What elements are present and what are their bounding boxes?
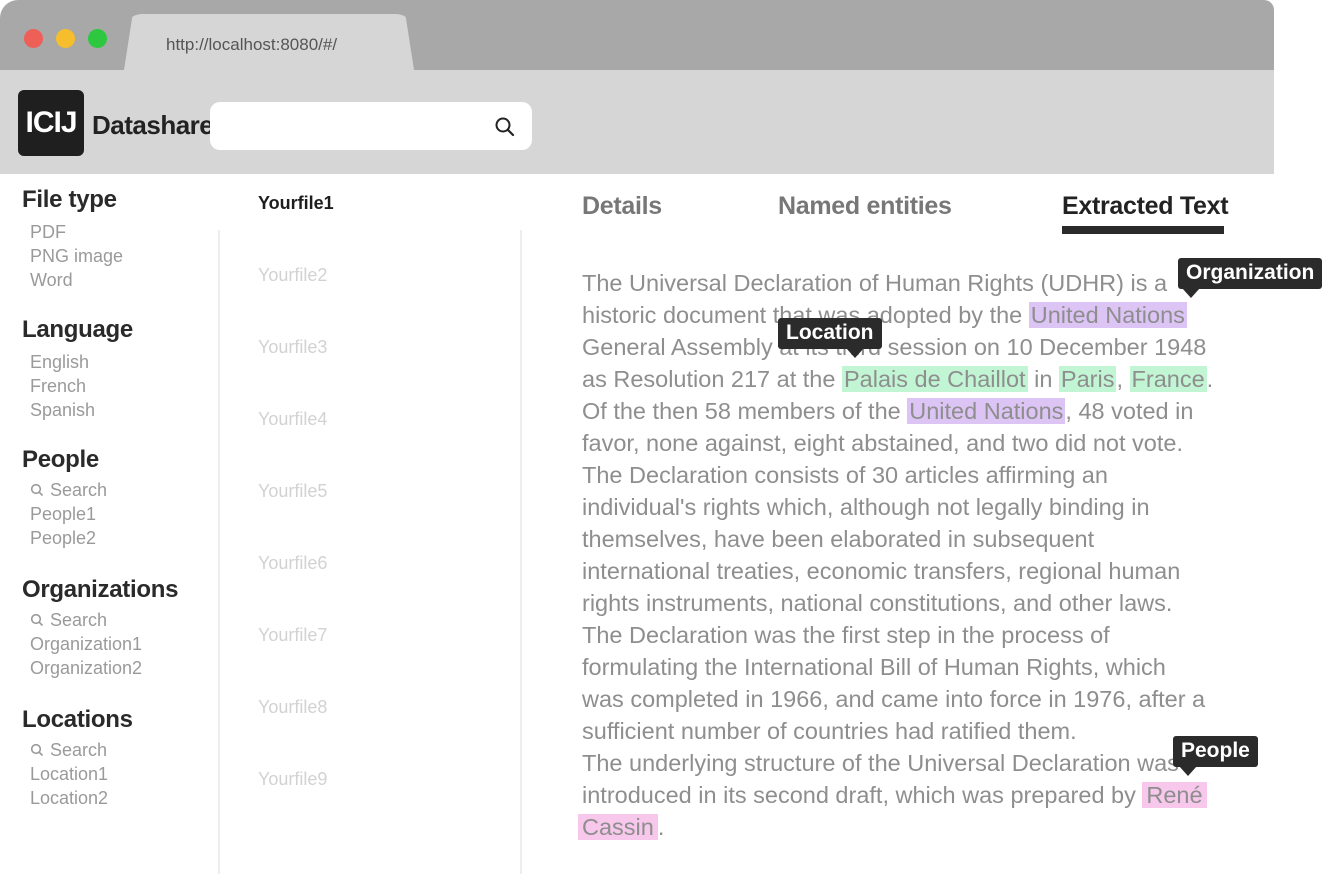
- file-item[interactable]: Yourfile7: [258, 625, 327, 646]
- filter-item-organization2[interactable]: Organization2: [30, 658, 142, 679]
- facet-title: Locations: [22, 706, 133, 733]
- file-item[interactable]: Yourfile1: [258, 193, 334, 214]
- facet-locations: Locations: [22, 706, 133, 734]
- browser-titlebar: http://localhost:8080/#/: [0, 0, 1274, 70]
- filter-item-french[interactable]: French: [30, 376, 86, 397]
- icij-logo[interactable]: ICIJ: [18, 90, 84, 156]
- search-icon[interactable]: [494, 116, 516, 138]
- text-line: The Declaration was the first step in th…: [582, 622, 1110, 648]
- address-url[interactable]: http://localhost:8080/#/: [166, 35, 337, 55]
- text-line: favor, none against, eight abstained, an…: [582, 430, 1183, 456]
- filter-item-english[interactable]: English: [30, 352, 89, 373]
- file-item[interactable]: Yourfile9: [258, 769, 327, 790]
- text-fragment: in: [1027, 366, 1059, 392]
- text-line: was completed in 1966, and came into for…: [582, 686, 1206, 712]
- tooltip-label: Organization: [1186, 261, 1315, 284]
- active-tab-indicator: [1062, 226, 1224, 234]
- search-input[interactable]: [224, 112, 488, 142]
- tab-extracted-text[interactable]: Extracted Text: [1062, 192, 1229, 221]
- extracted-text: The Universal Declaration of Human Right…: [578, 267, 1242, 843]
- text-fragment: ,: [1116, 366, 1130, 392]
- text-line: as Resolution 217 at the: [582, 366, 842, 392]
- search-bar[interactable]: [210, 102, 532, 150]
- window-close-button[interactable]: [24, 29, 43, 48]
- file-item[interactable]: Yourfile3: [258, 337, 327, 358]
- facet-title: Language: [22, 316, 133, 343]
- entity-location[interactable]: France: [1129, 366, 1207, 392]
- text-line: sufficient number of countries had ratif…: [582, 718, 1077, 744]
- app-header: ICIJ Datashare: [0, 70, 1274, 174]
- search-icon: [30, 613, 44, 626]
- filter-item-location1[interactable]: Location1: [30, 764, 108, 785]
- file-item[interactable]: Yourfile5: [258, 481, 327, 502]
- text-line: international treaties, economic transfe…: [582, 558, 1181, 584]
- organizations-search-label: Search: [50, 610, 108, 630]
- entity-location[interactable]: Paris: [1058, 366, 1117, 392]
- filter-item-location2[interactable]: Location2: [30, 788, 108, 809]
- filter-item-people2[interactable]: People2: [30, 528, 96, 549]
- text-line: individual's rights which, although not …: [582, 494, 1150, 520]
- organizations-search[interactable]: Search: [30, 610, 107, 631]
- text-line: formulating the International Bill of Hu…: [582, 654, 1166, 680]
- browser-tab[interactable]: http://localhost:8080/#/: [124, 14, 414, 70]
- search-icon: [30, 743, 44, 756]
- facet-title: People: [22, 446, 99, 473]
- filter-item-pdf[interactable]: PDF: [30, 222, 66, 243]
- people-tooltip: People: [1173, 736, 1258, 776]
- filter-item-organization1[interactable]: Organization1: [30, 634, 142, 655]
- filter-item-people1[interactable]: People1: [30, 504, 96, 525]
- entity-person[interactable]: Cassin: [578, 814, 658, 840]
- sidebar-divider: [218, 230, 220, 874]
- filter-item-word[interactable]: Word: [30, 270, 73, 291]
- location-tooltip: Location: [778, 318, 882, 358]
- facet-title: File type: [22, 186, 117, 213]
- facet-organizations: Organizations: [22, 576, 178, 604]
- entity-organization[interactable]: United Nations: [1028, 302, 1187, 328]
- tooltip-label: People: [1181, 739, 1250, 762]
- file-item[interactable]: Yourfile2: [258, 265, 327, 286]
- text-line: The Declaration consists of 30 articles …: [582, 462, 1108, 488]
- organization-tooltip: Organization: [1178, 258, 1323, 298]
- facet-people: People: [22, 446, 99, 474]
- tooltip-arrow: [1182, 288, 1200, 298]
- window-maximize-button[interactable]: [88, 29, 107, 48]
- tab-named-entities[interactable]: Named entities: [778, 192, 952, 221]
- facet-file-type: File type: [22, 186, 117, 214]
- filter-item-spanish[interactable]: Spanish: [30, 400, 95, 421]
- entity-organization[interactable]: United Nations: [907, 398, 1066, 424]
- people-search-label: Search: [50, 480, 108, 500]
- text-fragment: .: [1206, 366, 1214, 392]
- entity-location[interactable]: Palais de Chaillot: [841, 366, 1028, 392]
- text-line: themselves, have been elaborated in subs…: [582, 526, 1095, 552]
- app-name: Datashare: [92, 110, 214, 140]
- window-minimize-button[interactable]: [56, 29, 75, 48]
- text-line: introduced in its second draft, which wa…: [582, 782, 1143, 808]
- locations-search[interactable]: Search: [30, 740, 107, 761]
- text-fragment: , 48 voted in: [1065, 398, 1194, 424]
- tooltip-arrow: [1179, 766, 1197, 776]
- facet-title: Organizations: [22, 576, 179, 603]
- file-item[interactable]: Yourfile6: [258, 553, 327, 574]
- file-item[interactable]: Yourfile4: [258, 409, 327, 430]
- search-icon: [30, 483, 44, 496]
- text-line: Of the then 58 members of the: [582, 398, 908, 424]
- logo-text: ICIJ: [25, 106, 77, 139]
- text-fragment: .: [657, 814, 665, 840]
- text-line: The Universal Declaration of Human Right…: [582, 270, 1168, 296]
- facet-language: Language: [22, 316, 133, 344]
- tab-details[interactable]: Details: [582, 192, 662, 221]
- text-line: rights instruments, national constitutio…: [582, 590, 1173, 616]
- tooltip-label: Location: [786, 321, 874, 344]
- tooltip-arrow: [846, 348, 864, 358]
- filter-item-png[interactable]: PNG image: [30, 246, 123, 267]
- text-line: The underlying structure of the Universa…: [582, 750, 1179, 776]
- file-item[interactable]: Yourfile8: [258, 697, 327, 718]
- people-search[interactable]: Search: [30, 480, 107, 501]
- locations-search-label: Search: [50, 740, 108, 760]
- text-line: General Assembly at its third session on…: [582, 334, 1207, 360]
- entity-person[interactable]: René: [1142, 782, 1207, 808]
- file-list-divider: [520, 230, 522, 874]
